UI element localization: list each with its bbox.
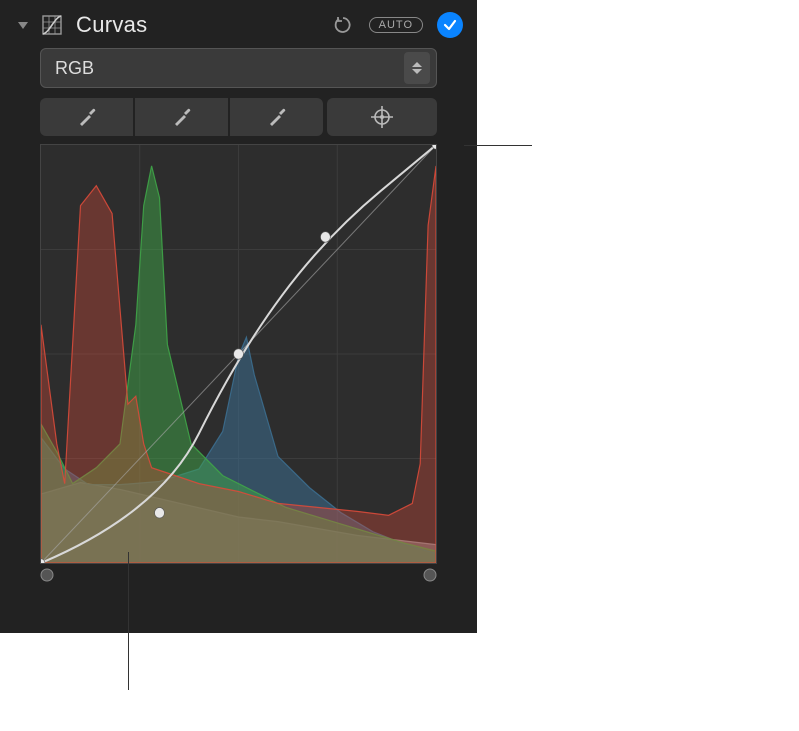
curves-graph[interactable] [40, 144, 437, 564]
section-header: Curvas AUTO [0, 12, 477, 48]
eyedropper-black-button[interactable] [40, 98, 133, 136]
add-point-button[interactable] [327, 98, 437, 136]
black-point-slider[interactable] [40, 568, 54, 582]
eyedropper-gray-button[interactable] [135, 98, 228, 136]
callout-line-curve [128, 552, 129, 690]
section-title: Curvas [76, 12, 323, 38]
curves-panel: Curvas AUTO RGB [0, 0, 477, 633]
channel-dropdown[interactable]: RGB [40, 48, 437, 88]
dropdown-stepper-icon [404, 52, 430, 84]
reset-button[interactable] [331, 13, 355, 37]
eyedropper-group [40, 98, 323, 136]
curves-graph-wrap [40, 144, 437, 582]
eyedropper-white-button[interactable] [230, 98, 323, 136]
white-point-slider[interactable] [423, 568, 437, 582]
auto-button[interactable]: AUTO [369, 17, 423, 33]
channel-dropdown-label: RGB [55, 58, 404, 79]
curves-icon [40, 13, 64, 37]
disclosure-triangle[interactable] [18, 22, 28, 29]
callout-line-tools [464, 145, 532, 146]
tool-row [40, 98, 437, 136]
range-sliders [40, 568, 437, 582]
enable-toggle[interactable] [437, 12, 463, 38]
